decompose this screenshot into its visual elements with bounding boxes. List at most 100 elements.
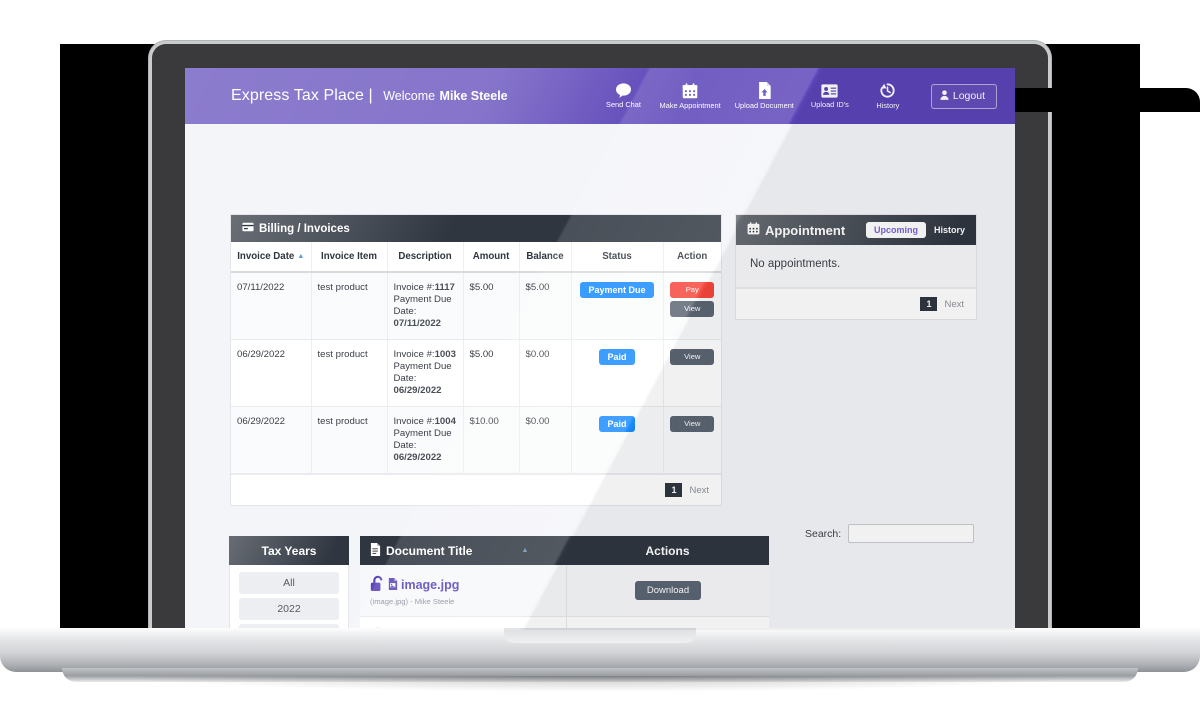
nav-upload-ids[interactable]: Upload ID's: [801, 83, 859, 109]
document-info: image.jpg (image.jpg) - Mike Steele: [360, 565, 567, 616]
tax-year-item-all[interactable]: All: [239, 572, 339, 594]
table-row: 07/11/2022 test product Invoice #:1117 P…: [231, 272, 721, 340]
user-name: Mike Steele: [439, 89, 508, 103]
view-button[interactable]: View: [670, 349, 715, 365]
billing-card-icon: [242, 222, 254, 235]
cell-amount: $5.00: [463, 272, 520, 340]
document-actions: Download: [567, 565, 769, 616]
history-clock-icon: [879, 82, 896, 99]
nav-label: Upload ID's: [810, 99, 849, 109]
cell-invoice-item: test product: [311, 406, 388, 474]
col-invoice-date[interactable]: Invoice Date ▲: [231, 242, 312, 273]
document-upload-icon: [757, 82, 772, 99]
cell-invoice-date: 07/11/2022: [231, 272, 312, 340]
unlocked-padlock-icon: [370, 575, 385, 595]
nav-history[interactable]: History: [859, 82, 917, 110]
logout-button[interactable]: Logout: [930, 83, 997, 109]
brand-separator: |: [368, 87, 373, 104]
page-number-1[interactable]: 1: [920, 297, 938, 311]
browser-screen: Express Tax Place | Welcome Mike Steele …: [185, 68, 1015, 630]
pay-button[interactable]: Pay: [670, 282, 715, 298]
document-icon: [370, 542, 381, 559]
cell-action: Pay View: [663, 272, 721, 340]
document-name-link[interactable]: image.jpg: [370, 575, 566, 595]
app-header: Express Tax Place | Welcome Mike Steele …: [185, 68, 1015, 124]
appointment-pagination: 1 Next: [736, 288, 976, 319]
tax-years-panel: Tax Years All 2022 2021 2019: [229, 536, 349, 630]
page-number-1[interactable]: 1: [665, 483, 683, 497]
next-page-link[interactable]: Next: [944, 299, 964, 310]
status-badge: Paid: [599, 416, 635, 432]
cell-amount: $10.00: [463, 406, 520, 474]
tax-years-header: Tax Years: [229, 536, 349, 565]
status-badge: Payment Due: [580, 282, 654, 298]
search-label: Search:: [805, 527, 842, 540]
cell-description: Invoice #:1004 Payment Due Date: 06/29/2…: [387, 406, 464, 474]
cell-invoice-item: test product: [311, 272, 388, 340]
table-row: 06/29/2022 test product Invoice #:1003 P…: [231, 339, 721, 407]
tab-upcoming[interactable]: Upcoming: [865, 222, 926, 238]
search-input[interactable]: [848, 524, 975, 543]
appointment-panel-title: Appointment: [765, 222, 846, 238]
cell-invoice-item: test product: [311, 339, 388, 407]
nav-send-chat[interactable]: Send Chat: [594, 83, 652, 109]
col-document-title[interactable]: Document Title ▲: [360, 542, 566, 559]
documents-panel: Document Title ▲ Actions image.jpg (imag…: [360, 536, 769, 630]
calendar-icon: [682, 82, 698, 99]
billing-panel: Billing / Invoices Invoice Date ▲ Invoic…: [230, 214, 722, 506]
document-subtitle: (image.jpg) - Mike Steele: [370, 597, 455, 606]
next-page-link[interactable]: Next: [689, 485, 709, 496]
documents-header: Document Title ▲ Actions: [360, 536, 769, 565]
chat-bubble-icon: [615, 83, 632, 98]
col-invoice-item[interactable]: Invoice Item: [311, 242, 388, 273]
tax-year-item-2022[interactable]: 2022: [239, 598, 339, 620]
nav-make-appointment[interactable]: Make Appointment: [652, 82, 727, 110]
nav-label: Make Appointment: [659, 100, 721, 110]
id-card-icon: [821, 83, 838, 98]
col-balance[interactable]: Balance: [519, 242, 572, 273]
document-name: image.jpg: [401, 578, 460, 592]
brand-block: Express Tax Place | Welcome Mike Steele: [185, 87, 508, 105]
cell-invoice-date: 06/29/2022: [231, 406, 312, 474]
cell-action: View: [663, 339, 721, 407]
brand-name: Express Tax Place: [231, 87, 365, 104]
screenshot-stage: Express Tax Place | Welcome Mike Steele …: [0, 0, 1200, 720]
cell-status: Payment Due: [571, 272, 664, 340]
view-button[interactable]: View: [670, 416, 715, 432]
logout-label: Logout: [952, 90, 985, 102]
nav-label: Send Chat: [606, 100, 641, 109]
cell-status: Paid: [571, 406, 664, 474]
sort-asc-icon: ▲: [297, 252, 305, 260]
sort-asc-icon: ▲: [521, 547, 529, 554]
documents-search: Search:: [805, 524, 975, 543]
main-content: Billing / Invoices Invoice Date ▲ Invoic…: [185, 124, 1015, 630]
nav-upload-document[interactable]: Upload Document: [728, 82, 801, 110]
col-description[interactable]: Description: [387, 242, 464, 273]
col-action[interactable]: Action: [663, 242, 721, 273]
cell-description: Invoice #:1003 Payment Due Date: 06/29/2…: [387, 339, 464, 407]
user-icon: [940, 89, 949, 103]
tax-years-title: Tax Years: [261, 543, 317, 558]
calendar-icon: [747, 222, 760, 238]
cell-amount: $5.00: [463, 339, 520, 407]
tab-history[interactable]: History: [934, 225, 965, 235]
col-status[interactable]: Status: [571, 242, 664, 273]
view-button[interactable]: View: [670, 301, 715, 317]
image-file-icon: [388, 577, 398, 593]
col-amount[interactable]: Amount: [463, 242, 520, 273]
cell-status: Paid: [571, 339, 664, 407]
cell-balance: $0.00: [519, 406, 572, 474]
col-actions: Actions: [645, 543, 690, 558]
billing-table: Invoice Date ▲ Invoice Item Description A…: [231, 242, 721, 474]
header-nav: Send Chat Make Appointment Upload Docume…: [594, 82, 1015, 110]
billing-panel-header: Billing / Invoices: [231, 215, 721, 242]
appointment-panel: Appointment Upcoming History No appointm…: [735, 214, 977, 320]
cell-invoice-date: 06/29/2022: [231, 339, 312, 407]
welcome-prefix: Welcome: [383, 89, 436, 103]
cell-description: Invoice #:1117 Payment Due Date: 07/11/2…: [387, 272, 464, 340]
billing-table-header-row: Invoice Date ▲ Invoice Item Description A…: [231, 242, 721, 273]
nav-label: History: [876, 101, 900, 110]
appointment-panel-header: Appointment Upcoming History: [736, 215, 976, 245]
download-button[interactable]: Download: [634, 581, 702, 600]
appointment-toggle: Upcoming History: [865, 222, 965, 238]
